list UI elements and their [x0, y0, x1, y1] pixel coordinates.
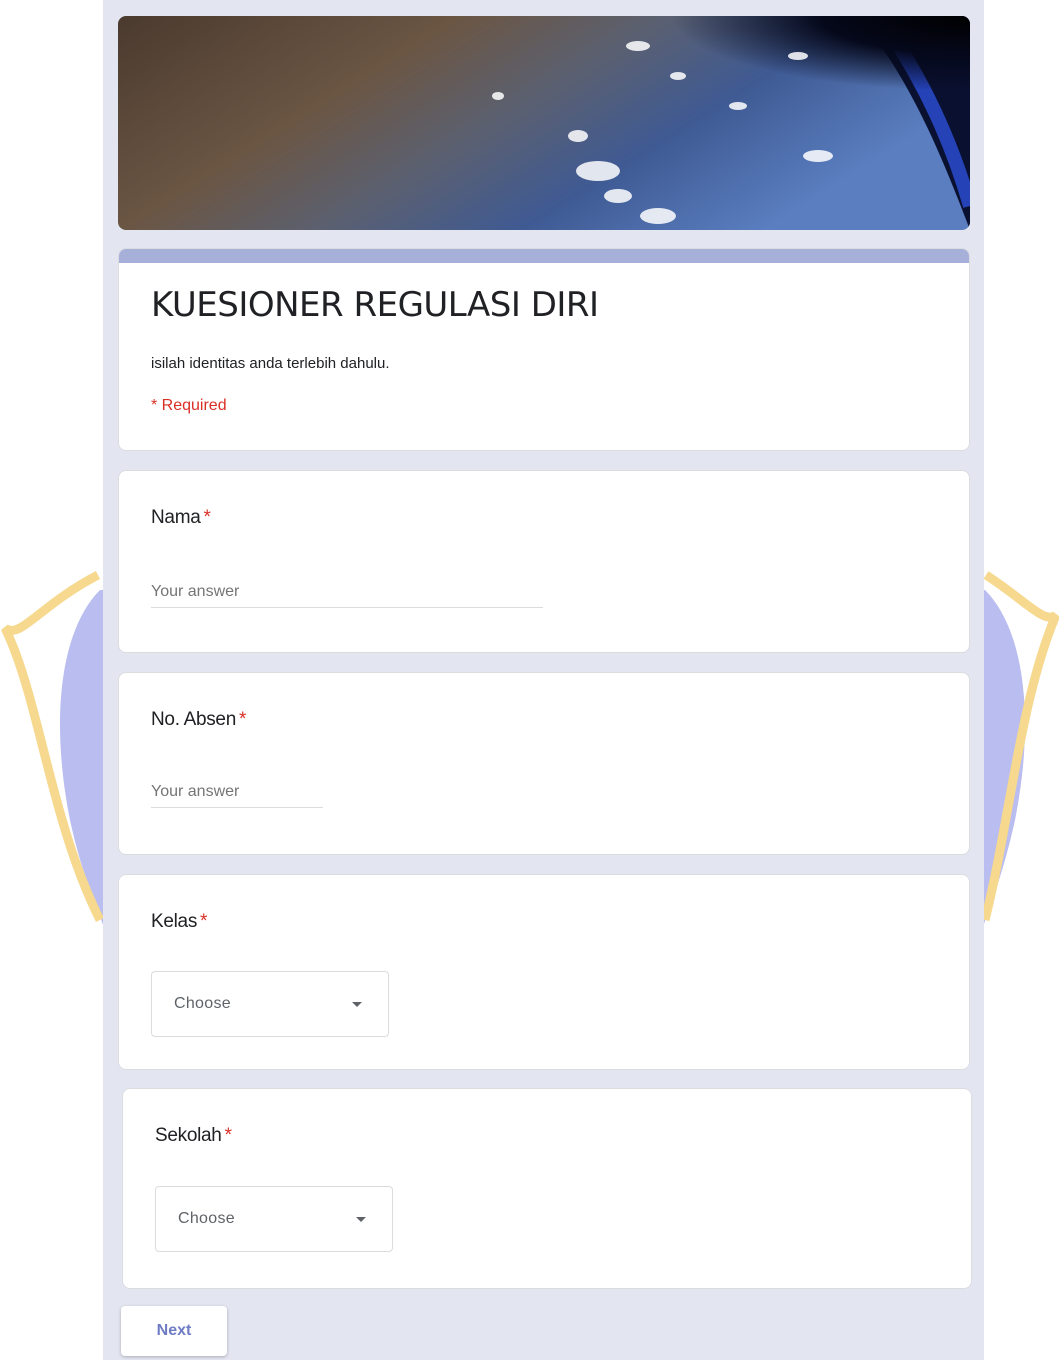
question-card-kelas: Kelas * Choose: [118, 874, 970, 1070]
header-banner-image: [118, 16, 970, 230]
form-header-card: KUESIONER REGULASI DIRI isilah identitas…: [118, 248, 970, 451]
required-star: *: [203, 507, 211, 528]
kelas-dropdown[interactable]: Choose: [151, 971, 389, 1037]
question-label: No. Absen *: [151, 709, 247, 730]
form-title: KUESIONER REGULASI DIRI: [151, 285, 599, 325]
no-absen-input[interactable]: [151, 783, 323, 808]
required-star: *: [200, 911, 208, 932]
question-label: Nama *: [151, 507, 211, 528]
header-accent-bar: [119, 249, 969, 263]
question-label: Sekolah *: [155, 1125, 232, 1146]
dropdown-selected-value: Choose: [174, 995, 231, 1012]
nama-input[interactable]: [151, 583, 543, 608]
next-button[interactable]: Next: [121, 1306, 227, 1356]
chevron-down-icon: [352, 1002, 362, 1007]
question-card-no-absen: No. Absen *: [118, 672, 970, 855]
question-label: Kelas *: [151, 911, 208, 932]
sekolah-dropdown[interactable]: Choose: [155, 1186, 393, 1252]
question-card-sekolah: Sekolah * Choose: [122, 1088, 972, 1289]
dropdown-selected-value: Choose: [178, 1210, 235, 1227]
required-star: *: [224, 1125, 232, 1146]
question-card-nama: Nama *: [118, 470, 970, 653]
chevron-down-icon: [356, 1217, 366, 1222]
required-note: * Required: [151, 397, 227, 414]
required-star: *: [238, 709, 247, 730]
form-description: isilah identitas anda terlebih dahulu.: [151, 355, 390, 372]
